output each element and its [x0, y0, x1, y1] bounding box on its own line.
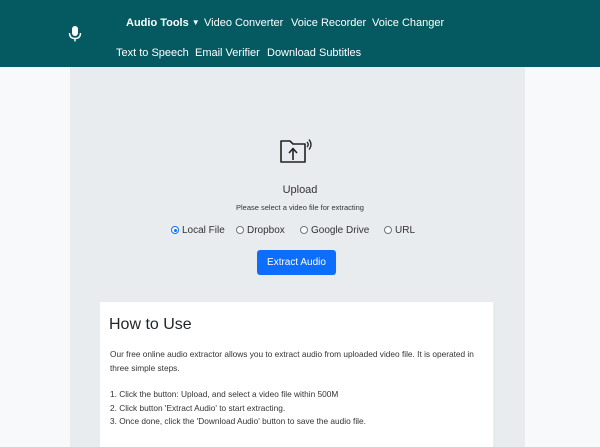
radio-google-drive[interactable]: Google Drive	[300, 225, 369, 237]
nav-label: Audio Tools	[126, 17, 189, 29]
radio-label: Dropbox	[247, 225, 285, 236]
nav-download-subtitles[interactable]: Download Subtitles	[267, 45, 361, 61]
chevron-down-icon: ▼	[191, 18, 200, 27]
radio-indicator	[300, 226, 308, 234]
step-item: 2. Click button 'Extract Audio' to start…	[110, 402, 286, 413]
nav-voice-recorder[interactable]: Voice Recorder	[291, 15, 366, 31]
radio-indicator	[236, 226, 244, 234]
how-to-heading: How to Use	[109, 316, 192, 333]
upload-subtitle: Please select a video file for extractin…	[236, 203, 364, 212]
how-to-steps: 1. Click the button: Upload, and select …	[110, 388, 490, 429]
extract-audio-button[interactable]: Extract Audio	[257, 250, 336, 275]
step-item: 1. Click the button: Upload, and select …	[110, 389, 339, 399]
radio-indicator	[171, 226, 179, 234]
radio-label: Google Drive	[311, 225, 370, 236]
nav-text-to-speech[interactable]: Text to Speech	[116, 45, 189, 61]
nav-voice-changer[interactable]: Voice Changer	[372, 15, 444, 31]
nav-email-verifier[interactable]: Email Verifier	[195, 45, 260, 61]
nav-video-converter[interactable]: Video Converter	[204, 15, 283, 31]
step-item: 3. Once done, click the 'Download Audio'…	[110, 416, 366, 426]
radio-indicator	[384, 226, 392, 234]
how-to-intro: Our free online audio extractor allows y…	[110, 349, 474, 373]
microphone-icon[interactable]	[68, 26, 82, 42]
upload-title: Upload	[282, 184, 318, 196]
top-navbar: Audio Tools ▼ Video Converter Voice Recor…	[0, 0, 600, 67]
radio-url[interactable]: URL	[384, 225, 415, 237]
how-to-use-card: How to Use Our free online audio extract…	[100, 302, 493, 447]
radio-dropbox[interactable]: Dropbox	[236, 225, 285, 237]
radio-label: Local File	[182, 225, 225, 236]
nav-audio-tools[interactable]: Audio Tools ▼	[126, 15, 200, 31]
radio-local-file[interactable]: Local File	[171, 225, 225, 237]
radio-label: URL	[395, 225, 416, 236]
folder-upload-icon[interactable]	[279, 136, 313, 166]
